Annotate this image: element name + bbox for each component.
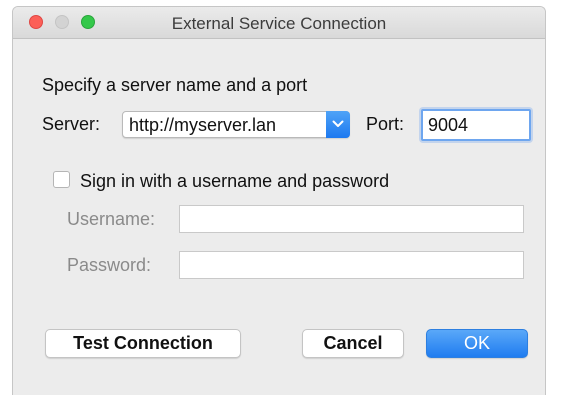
port-input-value: 9004 [428,115,469,135]
server-label: Server: [42,114,101,134]
password-field[interactable] [179,251,524,279]
window-title: External Service Connection [171,14,387,33]
test-connection-button[interactable]: Test Connection [45,329,241,358]
server-select[interactable]: http://myserver.lan [122,111,350,138]
port-label: Port: [366,114,405,134]
signin-checkbox[interactable] [53,171,70,188]
dropdown-arrow-button[interactable] [326,111,350,138]
dialog-window: External Service Connection Specify a se… [12,6,546,395]
username-label: Username: [67,209,156,229]
cancel-button[interactable]: Cancel [302,329,404,358]
password-label: Password: [67,255,152,275]
chevron-down-icon [332,120,344,127]
server-select-value: http://myserver.lan [129,115,277,135]
title-bar: External Service Connection [13,7,545,39]
form-heading: Specify a server name and a port [42,75,308,95]
port-input[interactable]: 9004 [421,109,531,141]
ok-button[interactable]: OK [426,329,528,358]
username-field[interactable] [179,205,524,233]
signin-checkbox-label[interactable]: Sign in with a username and password [80,171,389,192]
